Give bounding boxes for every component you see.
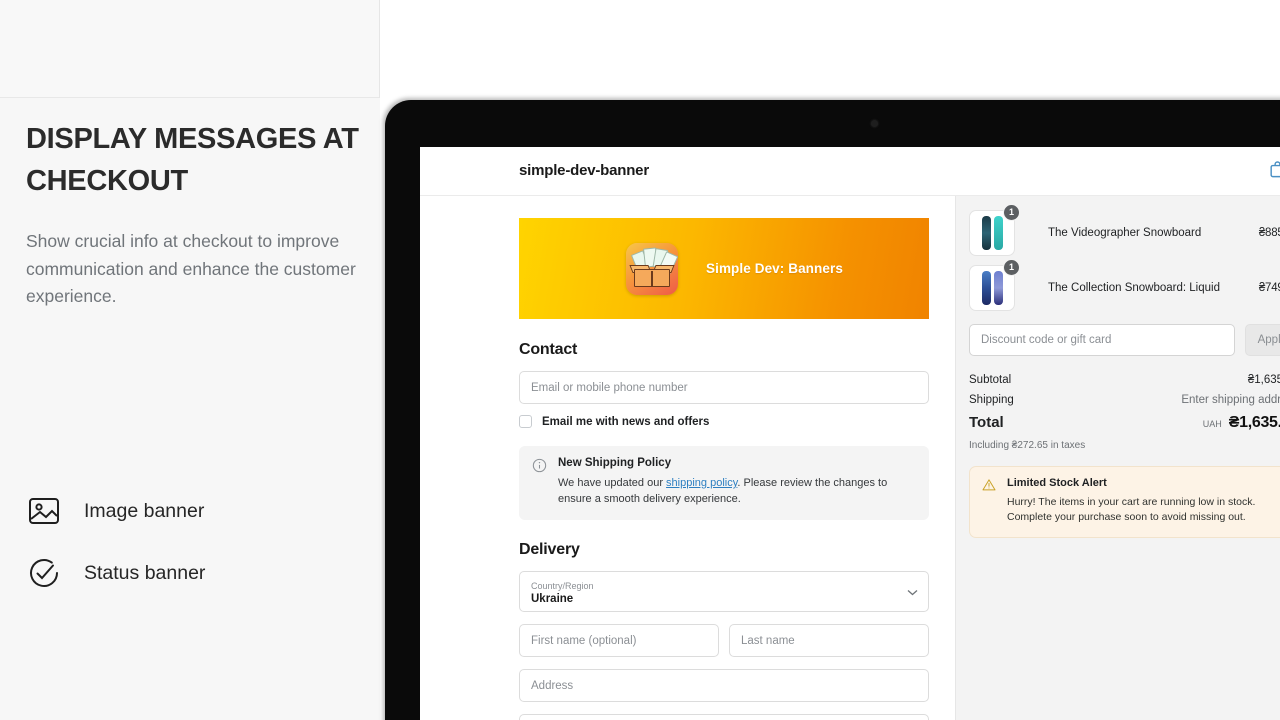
address-field[interactable]: Address bbox=[519, 669, 929, 702]
cart-item: 1 The Collection Snowboard: Liquid ₴749.… bbox=[969, 258, 1280, 315]
promo-title: DISPLAY MESSAGES AT CHECKOUT bbox=[26, 123, 359, 197]
subtotal-value: ₴1,635.90 bbox=[1247, 374, 1280, 386]
newsletter-checkbox[interactable] bbox=[519, 415, 532, 428]
feature-label: Status banner bbox=[84, 561, 206, 584]
shipping-row: Shipping Enter shipping address bbox=[969, 394, 1280, 406]
camera-dot-icon bbox=[871, 120, 878, 127]
checkout-header: simple-dev-banner bbox=[420, 147, 1280, 196]
discount-code-input[interactable]: Discount code or gift card bbox=[969, 324, 1235, 356]
last-name-placeholder: Last name bbox=[741, 634, 795, 647]
shop-name: simple-dev-banner bbox=[519, 162, 649, 179]
shipping-label: Shipping bbox=[969, 394, 1014, 406]
screenshot-root: DISPLAY MESSAGES AT CHECKOUT Show crucia… bbox=[0, 0, 1280, 720]
promo-panel: DISPLAY MESSAGES AT CHECKOUT Show crucia… bbox=[0, 0, 380, 720]
alert-title: Limited Stock Alert bbox=[1007, 477, 1107, 489]
email-placeholder: Email or mobile phone number bbox=[531, 381, 688, 394]
total-label: Total bbox=[969, 414, 1004, 431]
country-region-value: Ukraine bbox=[531, 593, 574, 605]
feature-label: Image banner bbox=[84, 499, 205, 522]
first-name-placeholder: First name (optional) bbox=[531, 634, 637, 647]
contact-heading: Contact bbox=[519, 341, 578, 358]
shipping-policy-text: We have updated our shipping policy. Ple… bbox=[558, 475, 916, 507]
discount-placeholder: Discount code or gift card bbox=[981, 334, 1112, 346]
cart-items-list: 1 The Videographer Snowboard ₴885.95 1 bbox=[969, 203, 1280, 315]
subtotal-label: Subtotal bbox=[969, 374, 1012, 386]
cart-item-name: The Collection Snowboard: Liquid bbox=[1048, 281, 1220, 294]
limited-stock-alert: Limited Stock Alert Hurry! The items in … bbox=[969, 466, 1280, 538]
cart-item: 1 The Videographer Snowboard ₴885.95 bbox=[969, 203, 1280, 260]
tablet-screen: simple-dev-banner Simple Dev: Banners Co… bbox=[420, 147, 1280, 720]
status-banner-icon bbox=[26, 555, 62, 591]
apartment-field[interactable] bbox=[519, 714, 929, 720]
shipping-value: Enter shipping address bbox=[1181, 394, 1280, 406]
image-banner-icon bbox=[26, 493, 62, 529]
total-value: ₴1,635.90 bbox=[1228, 414, 1280, 431]
shipping-policy-title: New Shipping Policy bbox=[558, 457, 672, 469]
note-text-before: We have updated our bbox=[558, 477, 667, 489]
email-field[interactable]: Email or mobile phone number bbox=[519, 371, 929, 404]
promo-feature-list: Image banner Status banner bbox=[26, 480, 366, 604]
total-currency: UAH bbox=[1202, 419, 1222, 429]
cart-item-name: The Videographer Snowboard bbox=[1048, 226, 1202, 239]
order-summary-panel: 1 The Videographer Snowboard ₴885.95 1 bbox=[955, 196, 1280, 720]
promo-vertical-divider bbox=[379, 0, 380, 98]
newsletter-checkbox-row[interactable]: Email me with news and offers bbox=[519, 415, 929, 428]
quantity-badge: 1 bbox=[1003, 203, 1020, 221]
total-row: Total UAH ₴1,635.90 bbox=[969, 414, 1280, 432]
delivery-heading: Delivery bbox=[519, 541, 580, 558]
promo-top-strip bbox=[0, 0, 380, 98]
cart-item-price: ₴749.95 bbox=[1258, 281, 1280, 294]
country-region-label: Country/Region bbox=[531, 581, 594, 591]
info-circle-icon bbox=[532, 458, 547, 473]
feature-image-banner: Image banner bbox=[26, 480, 366, 542]
promo-subtitle: Show crucial info at checkout to improve… bbox=[26, 231, 356, 306]
promo-copy: DISPLAY MESSAGES AT CHECKOUT Show crucia… bbox=[26, 118, 371, 311]
last-name-field[interactable]: Last name bbox=[729, 624, 929, 657]
discount-row: Discount code or gift card Apply bbox=[969, 324, 1280, 356]
newsletter-label: Email me with news and offers bbox=[542, 415, 710, 428]
cart-item-price: ₴885.95 bbox=[1258, 226, 1280, 239]
product-thumbnail: 1 bbox=[969, 258, 1020, 311]
delivery-section: Delivery Country/Region Ukraine First na… bbox=[519, 541, 929, 720]
chevron-down-icon bbox=[907, 587, 918, 599]
order-totals: Subtotal ₴1,635.90 Shipping Enter shippi… bbox=[969, 374, 1280, 451]
checkout-main-column: Simple Dev: Banners Contact Email or mob… bbox=[420, 196, 955, 720]
apply-discount-button[interactable]: Apply bbox=[1245, 324, 1280, 356]
shopping-bag-icon[interactable] bbox=[1268, 160, 1280, 179]
feature-status-banner: Status banner bbox=[26, 542, 366, 604]
name-fields-row: First name (optional) Last name bbox=[519, 624, 929, 657]
checkout-form: Contact Email or mobile phone number Ema… bbox=[519, 341, 929, 720]
warning-triangle-icon bbox=[982, 478, 996, 492]
alert-text: Hurry! The items in your cart are runnin… bbox=[1007, 496, 1256, 523]
checkout-body: Simple Dev: Banners Contact Email or mob… bbox=[420, 196, 1280, 720]
app-banner-text: Simple Dev: Banners bbox=[706, 261, 843, 276]
tablet-device-frame: simple-dev-banner Simple Dev: Banners Co… bbox=[385, 100, 1280, 720]
country-region-select[interactable]: Country/Region Ukraine bbox=[519, 571, 929, 612]
gift-box-banners-icon bbox=[626, 242, 678, 295]
shipping-policy-link[interactable]: shipping policy bbox=[666, 477, 737, 489]
tax-note: Including ₴272.65 in taxes bbox=[969, 440, 1086, 451]
subtotal-row: Subtotal ₴1,635.90 bbox=[969, 374, 1280, 386]
app-image-banner: Simple Dev: Banners bbox=[519, 218, 929, 319]
product-thumbnail: 1 bbox=[969, 203, 1020, 256]
first-name-field[interactable]: First name (optional) bbox=[519, 624, 719, 657]
address-placeholder: Address bbox=[531, 679, 574, 692]
shipping-policy-note: New Shipping Policy We have updated our … bbox=[519, 446, 929, 520]
quantity-badge: 1 bbox=[1003, 258, 1020, 276]
